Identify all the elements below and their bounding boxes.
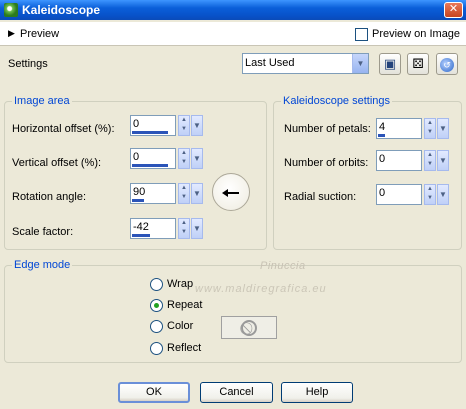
close-button[interactable]: ✕: [444, 2, 463, 18]
radio-color[interactable]: [150, 320, 163, 333]
edge-color-swatch[interactable]: ⃠: [221, 316, 277, 339]
radio-reflect-label[interactable]: Reflect: [167, 342, 201, 354]
chevron-down-icon[interactable]: ▼: [437, 184, 449, 205]
radio-repeat-label[interactable]: Repeat: [167, 299, 202, 311]
orbits-input[interactable]: 0: [376, 150, 422, 171]
save-icon: ▣: [383, 56, 397, 71]
radio-color-label[interactable]: Color: [167, 320, 193, 332]
image-area-title: Image area: [12, 95, 72, 107]
rotation-angle-label: Rotation angle:: [12, 191, 86, 203]
preview-on-image-label[interactable]: Preview on Image: [372, 28, 460, 40]
help-button[interactable]: Help: [281, 382, 353, 403]
petals-value: 4: [379, 121, 386, 133]
radial-suction-input[interactable]: 0: [376, 184, 422, 205]
radial-suction-label: Radial suction:: [284, 191, 357, 203]
reset-button[interactable]: ↺: [436, 53, 458, 75]
randomize-dice-icon: ⚄: [412, 56, 424, 71]
scale-factor-label: Scale factor:: [12, 226, 74, 238]
rotation-angle-dial[interactable]: [212, 173, 250, 211]
rotation-angle-input[interactable]: 90: [130, 183, 176, 204]
spin-updown-icon[interactable]: ▲ ▼: [178, 183, 190, 204]
expand-arrow-icon[interactable]: ▶: [8, 28, 15, 39]
radio-wrap[interactable]: [150, 278, 163, 291]
scale-factor-bar: [132, 234, 150, 237]
scale-factor-value: -42: [133, 221, 149, 233]
randomize-button[interactable]: ⚄: [407, 53, 429, 75]
cancel-button[interactable]: Cancel: [200, 382, 273, 403]
radio-repeat[interactable]: [150, 299, 163, 312]
radial-suction-value: 0: [379, 187, 386, 199]
scale-factor-input[interactable]: -42: [130, 218, 176, 239]
orbits-value: 0: [379, 153, 386, 165]
radio-wrap-label[interactable]: Wrap: [167, 278, 193, 290]
spin-updown-icon[interactable]: ▲ ▼: [178, 218, 190, 239]
chevron-down-icon[interactable]: ▼: [437, 118, 449, 139]
app-icon: [4, 3, 18, 17]
title-bar[interactable]: Kaleidoscope ✕: [0, 0, 466, 20]
chevron-down-icon[interactable]: ▼: [352, 54, 368, 73]
settings-value: Last Used: [245, 57, 295, 69]
horizontal-offset-bar: [132, 131, 168, 134]
spin-updown-icon[interactable]: ▲ ▼: [424, 118, 436, 139]
disabled-icon: ⃠: [241, 320, 257, 336]
dial-hand: [225, 192, 239, 194]
petals-bar: [378, 134, 385, 137]
chevron-down-icon[interactable]: ▼: [437, 150, 449, 171]
preview-on-image-checkbox[interactable]: [355, 28, 368, 41]
orbits-label: Number of orbits:: [284, 157, 369, 169]
spin-updown-icon[interactable]: ▲ ▼: [424, 184, 436, 205]
radial-suction-stepper[interactable]: 0 ▲ ▼ ▼: [376, 184, 449, 205]
petals-stepper[interactable]: 4 ▲ ▼ ▼: [376, 118, 449, 139]
scale-factor-stepper[interactable]: -42 ▲ ▼ ▼: [130, 218, 203, 239]
chevron-down-icon[interactable]: ▼: [191, 183, 203, 204]
rotation-angle-value: 90: [133, 186, 146, 198]
ok-button[interactable]: OK: [118, 382, 190, 403]
spin-updown-icon[interactable]: ▲ ▼: [424, 150, 436, 171]
petals-input[interactable]: 4: [376, 118, 422, 139]
vertical-offset-value: 0: [133, 151, 140, 163]
radio-reflect[interactable]: [150, 342, 163, 355]
reset-icon: ↺: [440, 58, 454, 72]
vertical-offset-label: Vertical offset (%):: [12, 157, 102, 169]
horizontal-offset-label: Horizontal offset (%):: [12, 123, 115, 135]
vertical-offset-bar: [132, 164, 168, 167]
edge-mode-title: Edge mode: [12, 259, 73, 271]
save-preset-button[interactable]: ▣: [379, 53, 401, 75]
settings-label: Settings: [8, 58, 48, 70]
watermark-url: www.maldiregrafica.eu: [195, 283, 327, 295]
vertical-offset-stepper[interactable]: 0 ▲ ▼ ▼: [130, 148, 203, 169]
edge-mode-group: Edge mode: [4, 259, 462, 363]
rotation-angle-stepper[interactable]: 90 ▲ ▼ ▼: [130, 183, 203, 204]
kaleidoscope-settings-title: Kaleidoscope settings: [281, 95, 393, 107]
orbits-stepper[interactable]: 0 ▲ ▼ ▼: [376, 150, 449, 171]
chevron-down-icon[interactable]: ▼: [191, 218, 203, 239]
horizontal-offset-value: 0: [133, 118, 140, 130]
spin-updown-icon[interactable]: ▲ ▼: [178, 148, 190, 169]
preview-bar: ▶ Preview Preview on Image: [0, 22, 466, 46]
chevron-down-icon[interactable]: ▼: [191, 115, 203, 136]
vertical-offset-input[interactable]: 0: [130, 148, 176, 169]
window-title: Kaleidoscope: [22, 3, 101, 17]
petals-label: Number of petals:: [284, 123, 371, 135]
horizontal-offset-input[interactable]: 0: [130, 115, 176, 136]
preview-label[interactable]: Preview: [20, 28, 59, 40]
horizontal-offset-stepper[interactable]: 0 ▲ ▼ ▼: [130, 115, 203, 136]
chevron-down-icon[interactable]: ▼: [191, 148, 203, 169]
spin-updown-icon[interactable]: ▲ ▼: [178, 115, 190, 136]
rotation-angle-bar: [132, 199, 144, 202]
settings-dropdown[interactable]: Last Used ▼: [242, 53, 369, 74]
watermark-name: Pinuccia: [260, 260, 306, 272]
